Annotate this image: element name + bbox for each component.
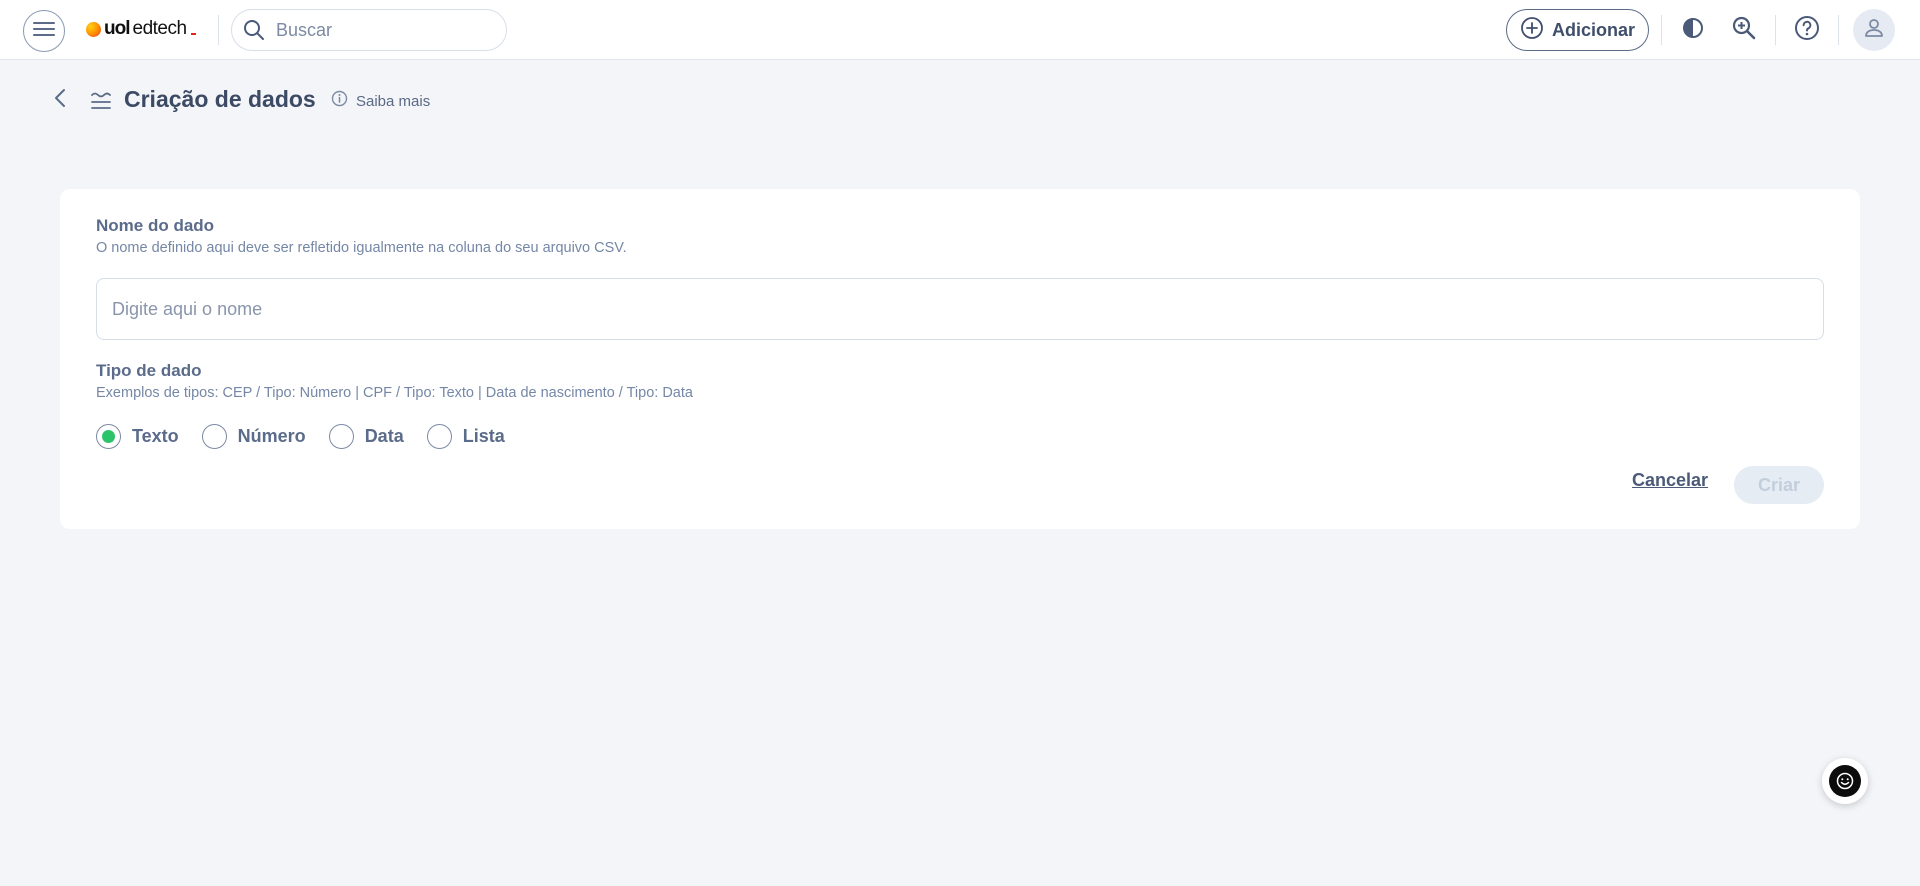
back-button[interactable] — [48, 88, 72, 112]
menu-button[interactable] — [23, 10, 65, 52]
add-button[interactable]: Adicionar — [1506, 9, 1649, 51]
data-name-input[interactable] — [96, 278, 1824, 340]
contrast-button[interactable] — [1677, 14, 1709, 46]
learn-more-label: Saiba mais — [356, 92, 431, 110]
divider — [1838, 15, 1839, 45]
logo-text-uol: uol — [104, 18, 130, 39]
divider — [1775, 15, 1776, 45]
cancel-button[interactable]: Cancelar — [1632, 470, 1708, 491]
plus-circle-icon — [1520, 16, 1544, 45]
logo-accent-mark — [190, 33, 196, 35]
zoom-in-icon — [1731, 15, 1757, 46]
help-button[interactable] — [1791, 14, 1823, 46]
add-button-label: Adicionar — [1551, 19, 1635, 40]
radio-button[interactable] — [328, 423, 354, 449]
divider — [218, 15, 219, 45]
type-field-label: Tipo de dado — [96, 361, 202, 380]
contrast-icon — [1681, 16, 1705, 45]
search-box[interactable] — [231, 9, 507, 51]
help-circle-icon — [1794, 15, 1820, 46]
hamburger-menu-icon — [33, 21, 55, 42]
type-field-hint: Exemplos de tipos: CEP / Tipo: Número | … — [96, 385, 693, 401]
radio-option-lista[interactable]: Lista — [426, 423, 505, 449]
smiley-chat-icon — [1829, 765, 1861, 797]
search-icon — [242, 18, 266, 42]
radio-label: Data — [364, 425, 404, 446]
user-icon — [1862, 16, 1886, 45]
data-type-radio-group: Texto Número Data Lista — [96, 423, 528, 449]
zoom-button[interactable] — [1728, 14, 1760, 46]
top-bar: uol edtech Adicionar — [0, 0, 1920, 60]
data-creation-card: Nome do dado O nome definido aqui deve s… — [60, 189, 1860, 529]
radio-button-checked[interactable] — [96, 423, 121, 449]
avatar[interactable] — [1853, 9, 1895, 51]
radio-label: Lista — [462, 425, 505, 446]
radio-label: Número — [237, 425, 306, 446]
radio-button[interactable] — [201, 423, 227, 449]
radio-label: Texto — [132, 425, 179, 446]
logo-mark-icon — [86, 21, 101, 37]
learn-more-link[interactable]: Saiba mais — [331, 90, 430, 112]
logo-text-edtech: edtech — [132, 18, 188, 39]
name-field-hint: O nome definido aqui deve ser refletido … — [96, 240, 627, 256]
info-icon — [331, 90, 348, 112]
uol-edtech-logo[interactable]: uol edtech — [86, 17, 196, 41]
chat-widget-button[interactable] — [1822, 758, 1868, 804]
page-title: Criação de dados — [124, 86, 316, 112]
name-field-label: Nome do dado — [96, 216, 215, 235]
divider — [1661, 15, 1662, 45]
search-input[interactable] — [276, 19, 496, 41]
chevron-left-icon — [53, 88, 67, 113]
radio-button[interactable] — [426, 423, 452, 449]
radio-option-texto[interactable]: Texto — [96, 423, 179, 449]
radio-option-numero[interactable]: Número — [201, 423, 306, 449]
create-button[interactable]: Criar — [1734, 466, 1824, 504]
radio-option-data[interactable]: Data — [328, 423, 404, 449]
data-layers-icon — [89, 89, 113, 113]
